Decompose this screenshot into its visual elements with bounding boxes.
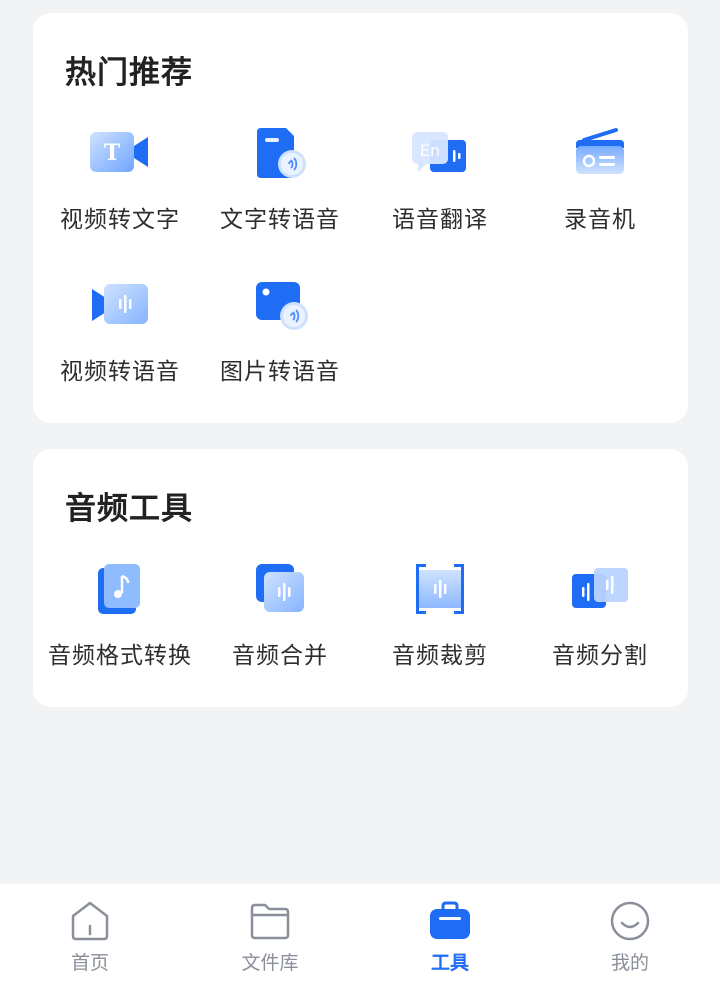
tab-label: 我的 — [610, 952, 649, 974]
video-to-text-icon: T — [90, 132, 148, 172]
toolbox-icon — [430, 901, 470, 939]
audio-format-convert-icon — [98, 564, 140, 614]
tool-label: 音频格式转换 — [48, 643, 192, 669]
audio-merge-icon — [256, 564, 304, 612]
text-to-speech-icon — [257, 128, 306, 178]
audio-split-icon — [572, 568, 628, 608]
profile-icon — [610, 901, 650, 941]
tool-label: 语音翻译 — [392, 207, 488, 233]
tools-page: 热门推荐 T 视频转文字 文字转语音 En 语音翻译 录音机 视频转语音 图片转… — [0, 0, 720, 981]
svg-text:En: En — [420, 141, 440, 160]
tab-file-library[interactable]: 文件库 — [210, 898, 330, 974]
tool-label: 音频分割 — [552, 643, 648, 669]
tool-label: 视频转语音 — [60, 359, 180, 385]
hot-recommend-title: 热门推荐 — [65, 55, 193, 91]
bottom-tab-bar: 首页 文件库 工具 我的 — [0, 884, 720, 981]
svg-text:T: T — [104, 140, 121, 166]
folder-icon — [250, 903, 290, 940]
tab-mine[interactable]: 我的 — [570, 898, 690, 974]
tool-label: 文字转语音 — [220, 207, 340, 233]
audio-tools-card: 音频工具 音频格式转换 音频合并 音频裁剪 音频分割 — [33, 449, 688, 707]
tool-label: 视频转文字 — [60, 207, 180, 233]
recorder-icon — [576, 128, 624, 174]
tab-label: 文件库 — [241, 952, 299, 974]
audio-tools-title: 音频工具 — [65, 491, 193, 527]
tab-tools[interactable]: 工具 — [390, 898, 510, 974]
tool-label: 图片转语音 — [220, 359, 340, 385]
tab-home[interactable]: 首页 — [30, 898, 150, 974]
tab-label: 工具 — [430, 952, 469, 974]
image-to-speech-icon — [256, 282, 308, 330]
tab-label: 首页 — [70, 952, 109, 974]
hot-recommend-card: 热门推荐 T 视频转文字 文字转语音 En 语音翻译 录音机 视频转语音 图片转… — [33, 13, 688, 423]
voice-translate-icon: En — [412, 132, 466, 172]
video-to-audio-icon — [92, 284, 148, 324]
tool-label: 音频合并 — [232, 643, 328, 669]
audio-trim-icon — [416, 564, 464, 614]
home-icon — [71, 901, 109, 941]
tool-label: 音频裁剪 — [392, 643, 488, 669]
tool-label: 录音机 — [564, 207, 636, 233]
